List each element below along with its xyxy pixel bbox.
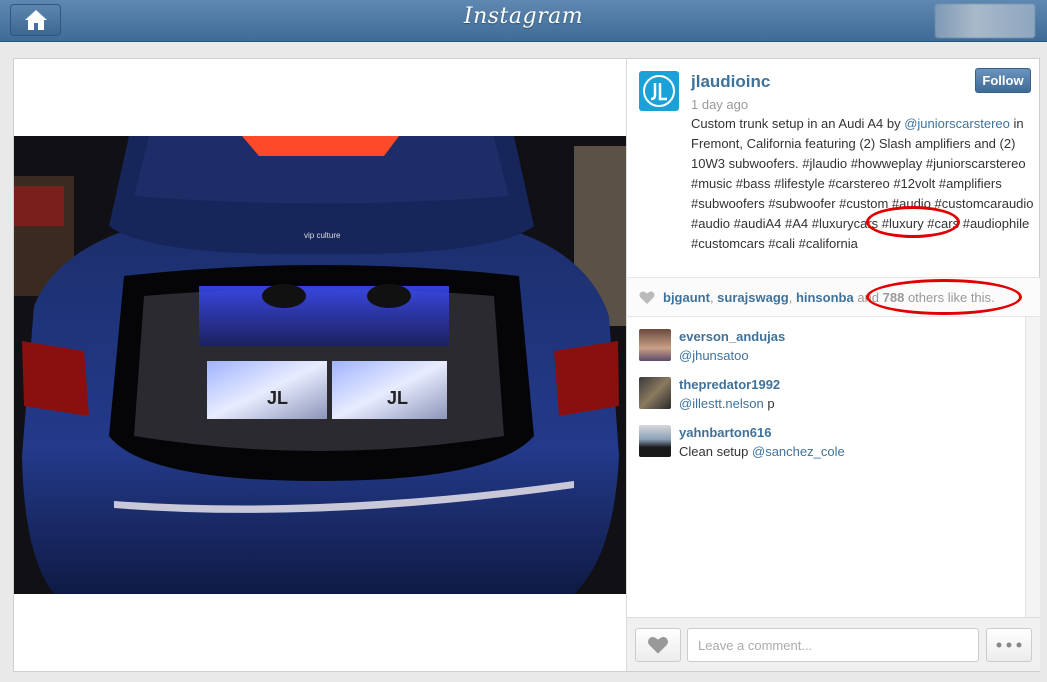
jl-audio-logo (643, 75, 675, 107)
heart-icon (648, 636, 668, 654)
comments-list: everson_andujas @jhunsatoo thepredator19… (627, 317, 1025, 617)
heart-icon (639, 291, 655, 304)
svg-text:JL: JL (387, 388, 408, 408)
comment-text: Clean setup @sanchez_cole (679, 444, 845, 459)
more-options-button[interactable] (986, 628, 1032, 662)
svg-text:JL: JL (267, 388, 288, 408)
post-photo[interactable]: JL JL vip culture (14, 136, 626, 594)
post-caption: Custom trunk setup in an Audi A4 by @jun… (691, 114, 1036, 254)
post-timestamp: 1 day ago (691, 97, 749, 112)
comments-scrollbar[interactable] (1025, 317, 1040, 617)
car-trunk-image: JL JL vip culture (14, 136, 626, 594)
comment-body: Clean setup (679, 444, 752, 459)
annotation-circle-hashtag (866, 206, 960, 238)
post-card: JL JL vip culture jlaudioinc 1 day ago F… (13, 58, 1040, 672)
post-username[interactable]: jlaudioinc (691, 72, 770, 92)
comment-avatar[interactable] (639, 329, 671, 361)
comment-avatar[interactable] (639, 425, 671, 457)
comment-username[interactable]: everson_andujas (679, 329, 785, 344)
more-dots-icon (996, 642, 1022, 648)
top-nav-bar: Instagram (0, 0, 1047, 42)
comment-username[interactable]: thepredator1992 (679, 377, 780, 392)
photo-area: JL JL vip culture (14, 59, 626, 671)
like-user[interactable]: bjgaunt (663, 290, 710, 305)
profile-avatar-top[interactable] (935, 4, 1035, 38)
comment-mention[interactable]: @sanchez_cole (752, 444, 845, 459)
like-user[interactable]: hinsonba (796, 290, 854, 305)
comment-avatar[interactable] (639, 377, 671, 409)
comment-input[interactable] (687, 628, 979, 662)
comment-body: p (763, 396, 775, 411)
instagram-logo[interactable]: Instagram (0, 4, 1047, 29)
author-avatar[interactable] (639, 71, 679, 111)
like-button[interactable] (635, 628, 681, 662)
follow-button[interactable]: Follow (975, 68, 1031, 93)
likes-separator: , (788, 290, 796, 305)
comment-username[interactable]: yahnbarton616 (679, 425, 771, 440)
comment-mention[interactable]: @illestt.nelson (679, 396, 764, 411)
like-user[interactable]: surajswagg (717, 290, 789, 305)
caption-text-rest: in Fremont, California featuring (2) Sla… (691, 116, 1034, 251)
comment-footer (627, 617, 1040, 671)
annotation-circle-likes (866, 279, 1022, 315)
caption-mention[interactable]: @juniorscarstereo (904, 116, 1010, 131)
comment-text: @jhunsatoo (679, 348, 749, 363)
post-sidebar: jlaudioinc 1 day ago Follow Custom trunk… (626, 59, 1040, 671)
photo-sticker-text: vip culture (304, 231, 341, 240)
comment-mention[interactable]: @jhunsatoo (679, 348, 749, 363)
comment-text: @illestt.nelson p (679, 396, 775, 411)
caption-text: Custom trunk setup in an Audi A4 by (691, 116, 905, 131)
